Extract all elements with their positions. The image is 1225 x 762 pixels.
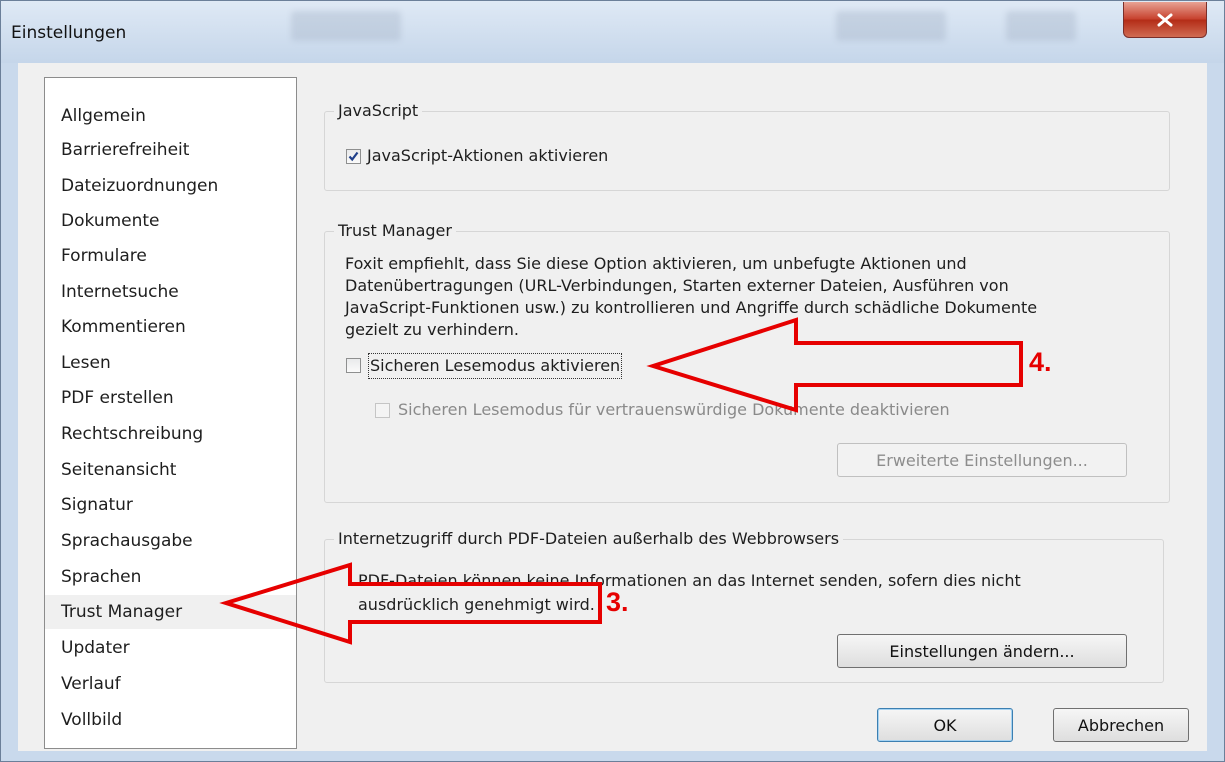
category-list[interactable]: Allgemein Barrierefreiheit Dateizuordnun… bbox=[44, 77, 297, 749]
window-title: Einstellungen bbox=[11, 23, 127, 43]
javascript-enable-checkbox[interactable] bbox=[346, 149, 361, 164]
advanced-settings-button[interactable]: Erweiterte Einstellungen... bbox=[837, 443, 1127, 477]
sidebar-item-barrierefreiheit[interactable]: Barrierefreiheit bbox=[45, 133, 296, 167]
blurred-background bbox=[291, 11, 401, 41]
trusted-docs-checkbox[interactable] bbox=[375, 403, 390, 418]
internet-access-group-title: Internetzugriff durch PDF-Dateien außerh… bbox=[334, 529, 844, 548]
sidebar-item-lesen[interactable]: Lesen bbox=[45, 346, 296, 380]
blurred-background bbox=[836, 11, 946, 41]
dialog-content: Allgemein Barrierefreiheit Dateizuordnun… bbox=[18, 63, 1207, 751]
checkmark-icon bbox=[348, 151, 359, 162]
settings-dialog: Einstellungen Allgemein Barrierefreiheit… bbox=[0, 0, 1225, 762]
sidebar-item-trust-manager[interactable]: Trust Manager bbox=[45, 595, 296, 629]
sidebar-item-updater[interactable]: Updater bbox=[45, 631, 296, 665]
ok-button[interactable]: OK bbox=[877, 708, 1013, 742]
sidebar-item-seitenansicht[interactable]: Seitenansicht bbox=[45, 453, 296, 487]
trust-manager-description-line: JavaScript-Funktionen usw.) zu kontrolli… bbox=[345, 298, 1038, 317]
sidebar-item-rechtschreibung[interactable]: Rechtschreibung bbox=[45, 417, 296, 451]
safe-mode-checkbox[interactable] bbox=[346, 358, 361, 373]
sidebar-item-formulare[interactable]: Formulare bbox=[45, 239, 296, 273]
sidebar-item-sprachen[interactable]: Sprachen bbox=[45, 560, 296, 594]
sidebar-item-internetsuche[interactable]: Internetsuche bbox=[45, 275, 296, 309]
trust-manager-description-line: Foxit empfiehlt, dass Sie diese Option a… bbox=[345, 254, 967, 273]
safe-mode-label[interactable]: Sicheren Lesemodus aktivieren bbox=[367, 353, 623, 379]
sidebar-item-verlauf[interactable]: Verlauf bbox=[45, 667, 296, 701]
trust-manager-group-title: Trust Manager bbox=[334, 221, 456, 240]
cancel-button[interactable]: Abbrechen bbox=[1053, 708, 1189, 742]
sidebar-item-pdf-erstellen[interactable]: PDF erstellen bbox=[45, 381, 296, 415]
javascript-group-title: JavaScript bbox=[334, 101, 423, 120]
sidebar-item-allgemein[interactable]: Allgemein bbox=[45, 99, 296, 133]
internet-access-description-line: PDF-Dateien können keine Informationen a… bbox=[358, 571, 1021, 590]
sidebar-item-kommentieren[interactable]: Kommentieren bbox=[45, 310, 296, 344]
change-settings-button[interactable]: Einstellungen ändern... bbox=[837, 634, 1127, 668]
sidebar-item-vollbild[interactable]: Vollbild bbox=[45, 703, 296, 737]
title-bar[interactable]: Einstellungen bbox=[1, 1, 1224, 63]
sidebar-item-signatur[interactable]: Signatur bbox=[45, 488, 296, 522]
close-icon bbox=[1157, 13, 1173, 26]
trusted-docs-label[interactable]: Sicheren Lesemodus für vertrauenswürdige… bbox=[398, 399, 950, 421]
internet-access-description-line: ausdrücklich genehmigt wird. bbox=[358, 595, 595, 614]
step-3-label: 3. bbox=[606, 587, 629, 617]
trust-manager-description-line: Datenübertragungen (URL-Verbindungen, St… bbox=[345, 276, 1009, 295]
close-button[interactable] bbox=[1123, 2, 1207, 38]
sidebar-item-sprachausgabe[interactable]: Sprachausgabe bbox=[45, 524, 296, 558]
trust-manager-description-line: gezielt zu verhindern. bbox=[345, 320, 519, 339]
step-4-label: 4. bbox=[1029, 347, 1052, 377]
javascript-enable-label[interactable]: JavaScript-Aktionen aktivieren bbox=[367, 145, 608, 167]
sidebar-item-dateizuordnungen[interactable]: Dateizuordnungen bbox=[45, 169, 296, 203]
blurred-background bbox=[1006, 11, 1076, 41]
sidebar-item-dokumente[interactable]: Dokumente bbox=[45, 204, 296, 238]
